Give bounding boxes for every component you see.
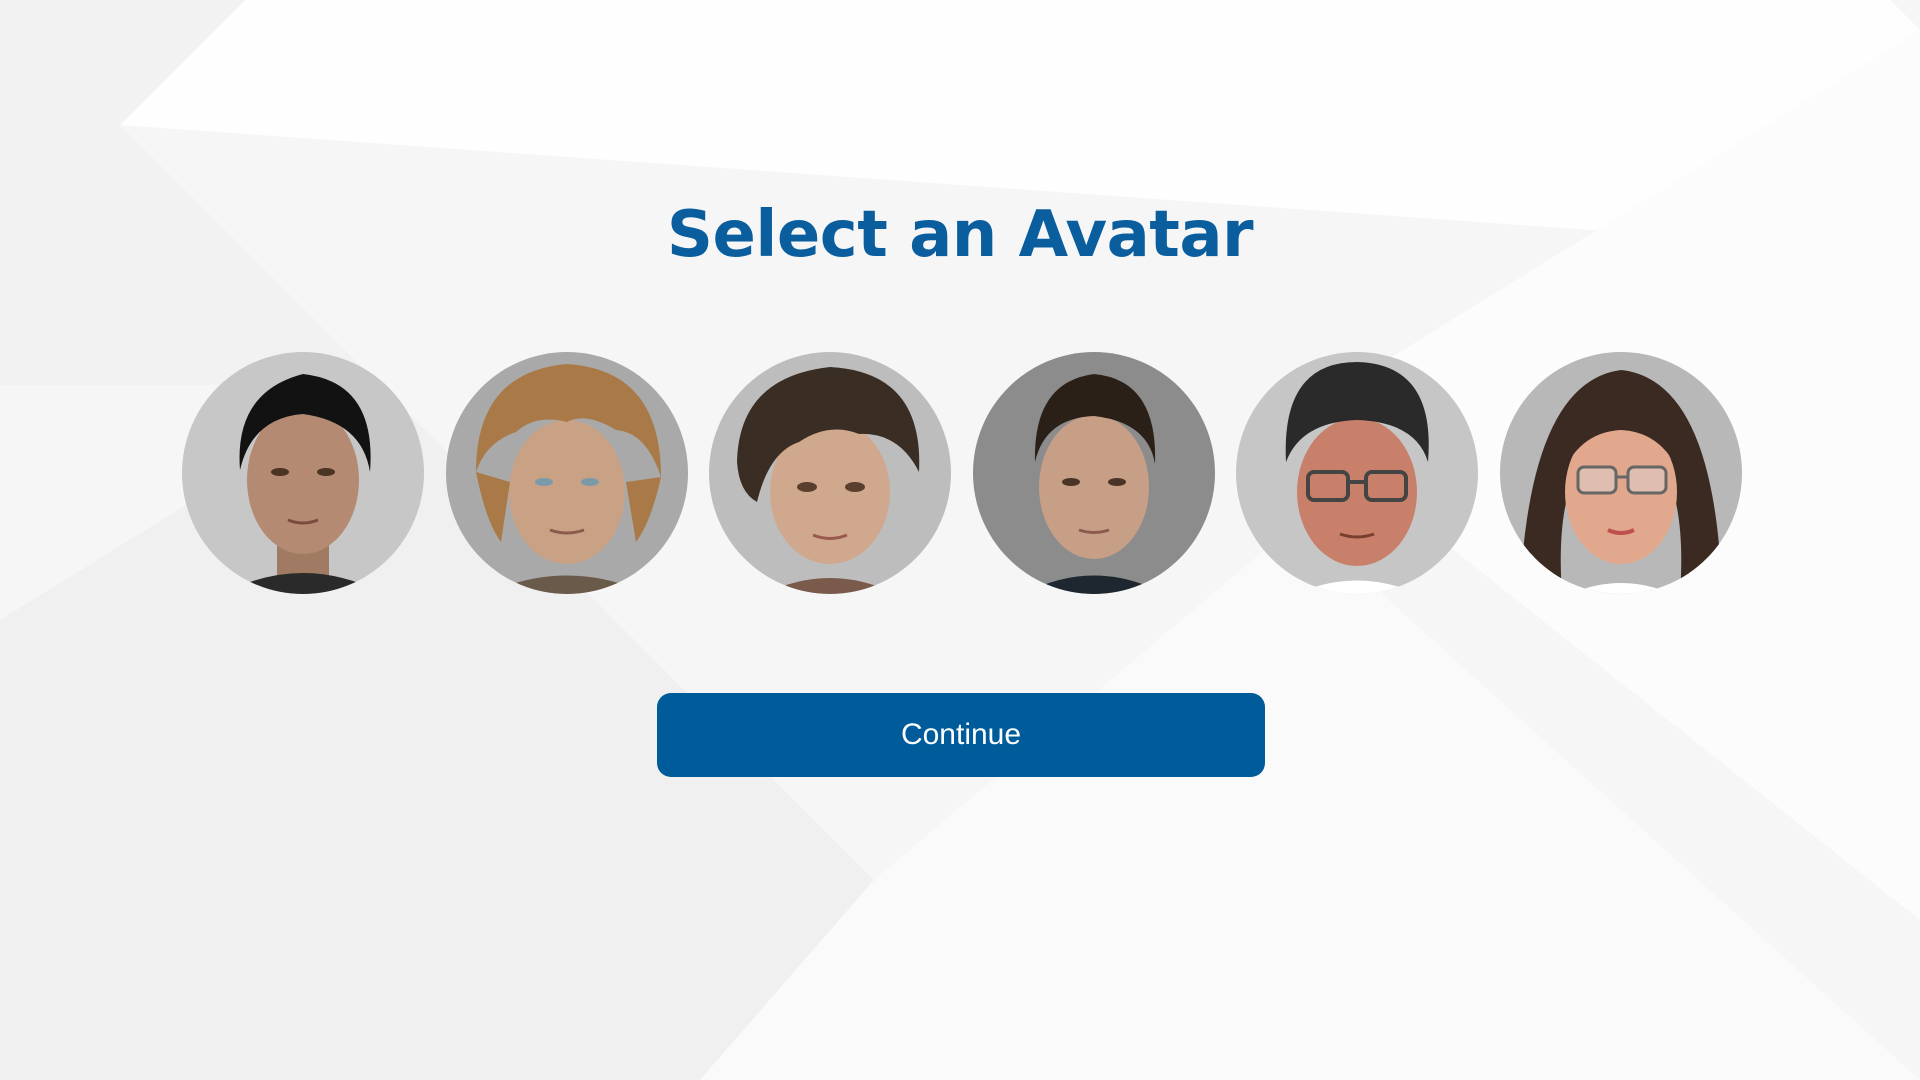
- avatar-option-3[interactable]: [709, 352, 951, 594]
- avatar-option-5[interactable]: [1236, 352, 1478, 594]
- avatar-portrait: [446, 352, 688, 594]
- avatar-option-1[interactable]: [182, 352, 424, 594]
- page-title: Select an Avatar: [666, 198, 1254, 272]
- avatar-option-2[interactable]: [446, 352, 688, 594]
- avatar-option-6[interactable]: [1500, 352, 1742, 594]
- avatar-option-4[interactable]: [973, 352, 1215, 594]
- avatar-portrait: [709, 352, 951, 594]
- avatar-portrait: [1236, 352, 1478, 594]
- avatar-portrait: [1500, 352, 1742, 594]
- avatar-portrait: [182, 352, 424, 594]
- avatar-portrait: [973, 352, 1215, 594]
- continue-button[interactable]: Continue: [657, 693, 1265, 777]
